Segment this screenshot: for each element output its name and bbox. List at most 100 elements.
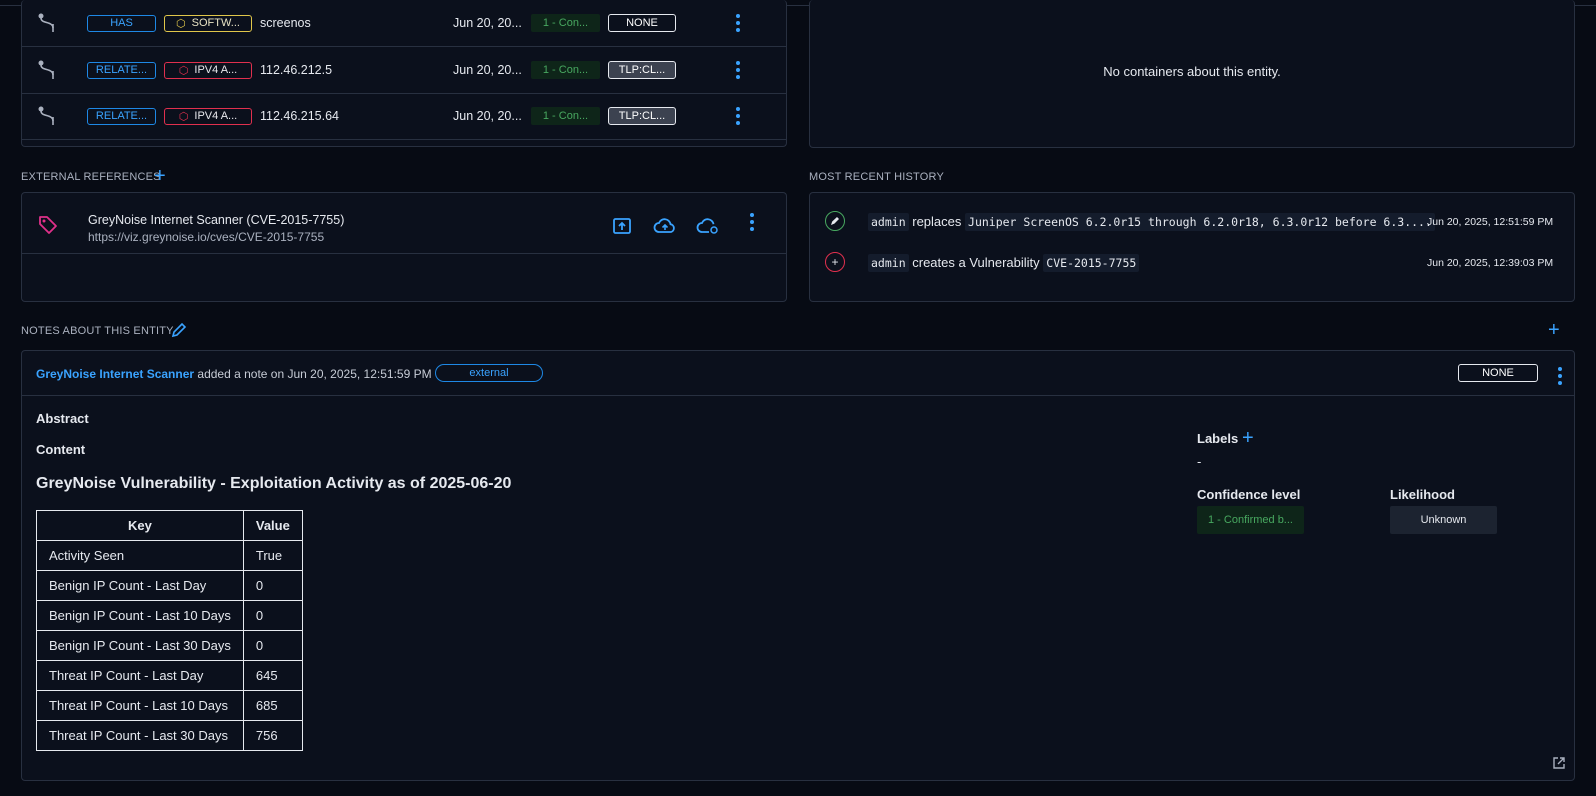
table-cell-key: Activity Seen: [36, 540, 244, 571]
table-cell-value: 685: [242, 690, 303, 721]
confidence-value: 1 - Confirmed b...: [1197, 506, 1304, 534]
entity-name: 112.46.215.64: [260, 109, 340, 123]
note-author[interactable]: GreyNoise Internet Scanner: [36, 367, 194, 381]
table-header: Value: [242, 510, 303, 541]
external-references-panel: GreyNoise Internet Scanner (CVE-2015-775…: [21, 192, 787, 302]
entity-type-label: SOFTW...: [191, 17, 240, 29]
note-marking: NONE: [1458, 364, 1538, 382]
confidence-badge: 1 - Con...: [531, 107, 600, 125]
table-cell-value: True: [242, 540, 303, 571]
relation-date: Jun 20, 20...: [453, 16, 522, 30]
external-references-title: EXTERNAL REFERENCES: [21, 171, 161, 183]
confidence-badge: 1 - Con...: [531, 61, 600, 79]
table-cell-value: 645: [242, 660, 303, 691]
relation-date: Jun 20, 20...: [453, 63, 522, 77]
entity-name: 112.46.212.5: [260, 63, 333, 77]
entity-type-tag: ⬡ IPV4 A...: [164, 107, 252, 125]
entity-type-label: IPV4 A...: [194, 64, 238, 76]
note-meta: added a note on Jun 20, 2025, 12:51:59 P…: [197, 367, 432, 381]
relation-row[interactable]: HAS ⬡ SOFTW... screenos Jun 20, 20... 1 - Con…: [22, 0, 786, 47]
likelihood-value: Unknown: [1390, 506, 1497, 534]
history-target: Juniper ScreenOS 6.2.0r15 through 6.2.0r…: [965, 213, 1435, 231]
table-row: Threat IP Count - Last 10 Days 685: [36, 690, 303, 721]
table-row: Threat IP Count - Last 30 Days 756: [36, 720, 303, 751]
table-cell-value: 0: [242, 630, 303, 661]
table-cell-value: 0: [242, 570, 303, 601]
cloud-upload-icon[interactable]: [653, 217, 677, 238]
history-item: + admin creates a Vulnerability CVE-2015…: [810, 248, 1574, 278]
table-cell-key: Threat IP Count - Last 10 Days: [36, 690, 244, 721]
hexagon-icon: ⬡: [178, 110, 189, 123]
relations-panel: HAS ⬡ SOFTW... screenos Jun 20, 20... 1 - Con…: [21, 0, 787, 147]
external-reference-item[interactable]: GreyNoise Internet Scanner (CVE-2015-775…: [22, 193, 786, 254]
table-cell-value: 756: [242, 720, 303, 751]
relationship-type-tag: RELATE...: [87, 107, 156, 125]
marking-badge: NONE: [608, 14, 676, 32]
table-row: Benign IP Count - Last 30 Days 0: [36, 630, 303, 661]
notes-title: NOTES ABOUT THIS ENTITY: [21, 325, 174, 337]
history-title: MOST RECENT HISTORY: [809, 171, 945, 183]
confidence-badge: 1 - Con...: [531, 14, 600, 32]
more-options-icon[interactable]: [736, 61, 740, 79]
containers-panel: No containers about this entity.: [809, 0, 1575, 148]
table-cell-key: Threat IP Count - Last 30 Days: [36, 720, 244, 751]
note-heading: GreyNoise Vulnerability - Exploitation A…: [36, 475, 512, 492]
history-panel: admin replaces Juniper ScreenOS 6.2.0r15…: [809, 192, 1575, 302]
relation-row[interactable]: RELATE... ⬡ IPV4 A... 112.46.215.64 Jun 20, …: [22, 93, 786, 140]
history-target: CVE-2015-7755: [1043, 254, 1140, 272]
more-options-icon[interactable]: [736, 107, 740, 125]
relation-date: Jun 20, 20...: [453, 109, 522, 123]
relationship-icon: [37, 47, 57, 93]
table-cell-key: Benign IP Count - Last Day: [36, 570, 244, 601]
labels-title: Labels: [1197, 431, 1239, 446]
table-header: Key: [36, 510, 244, 541]
relationship-icon: [37, 93, 57, 139]
relationship-type-tag: HAS: [87, 14, 156, 32]
edit-icon: [825, 211, 845, 231]
entity-type-tag: ⬡ IPV4 A...: [164, 61, 252, 79]
containers-empty-text: No containers about this entity.: [1103, 64, 1281, 79]
entity-type-tag: ⬡ SOFTW...: [164, 14, 252, 32]
table-row: Activity Seen True: [36, 540, 303, 571]
hexagon-icon: ⬡: [176, 17, 186, 30]
external-reference-title: GreyNoise Internet Scanner (CVE-2015-775…: [88, 213, 345, 227]
add-note-button[interactable]: +: [1548, 320, 1560, 340]
edit-notes-icon[interactable]: [171, 322, 187, 341]
add-external-reference-button[interactable]: +: [154, 166, 166, 186]
entity-type-label: IPV4 A...: [194, 110, 238, 122]
tag-icon: [38, 215, 58, 238]
history-user: admin: [868, 254, 909, 272]
add-label-button[interactable]: +: [1242, 428, 1254, 448]
open-external-icon[interactable]: [612, 217, 632, 238]
confidence-title: Confidence level: [1197, 487, 1301, 502]
note-data-table: Key Value Activity Seen True Benign IP Cou…: [36, 510, 303, 751]
labels-value: -: [1197, 454, 1202, 469]
table-row: Threat IP Count - Last Day 645: [36, 660, 303, 691]
hexagon-icon: ⬡: [178, 64, 189, 77]
marking-badge: TLP:CL...: [608, 61, 676, 79]
note-more-options-icon[interactable]: [1558, 367, 1562, 385]
note-type-badge: external: [435, 364, 543, 382]
content-label: Content: [36, 442, 86, 457]
marking-badge: TLP:CL...: [608, 107, 676, 125]
abstract-label: Abstract: [36, 411, 89, 426]
history-user: admin: [868, 213, 909, 231]
more-options-icon[interactable]: [750, 213, 754, 231]
history-action: creates a Vulnerability: [912, 255, 1040, 270]
entity-name: screenos: [260, 16, 311, 30]
likelihood-title: Likelihood: [1390, 487, 1455, 502]
cloud-refresh-icon[interactable]: [696, 217, 720, 238]
more-options-icon[interactable]: [736, 14, 740, 32]
table-row: Benign IP Count - Last Day 0: [36, 570, 303, 601]
table-cell-key: Benign IP Count - Last 10 Days: [36, 600, 244, 631]
relationship-icon: [37, 0, 57, 46]
table-cell-value: 0: [242, 600, 303, 631]
relation-row[interactable]: RELATE... ⬡ IPV4 A... 112.46.212.5 Jun 20, 2…: [22, 47, 786, 94]
note-header: GreyNoise Internet Scanner added a note …: [22, 351, 1574, 396]
plus-circle-icon: +: [825, 252, 845, 272]
table-row: Benign IP Count - Last 10 Days 0: [36, 600, 303, 631]
note-card: GreyNoise Internet Scanner added a note …: [21, 350, 1575, 781]
expand-icon[interactable]: [1552, 756, 1566, 773]
history-item: admin replaces Juniper ScreenOS 6.2.0r15…: [810, 207, 1574, 237]
history-time: Jun 20, 2025, 12:51:59 PM: [1427, 216, 1554, 228]
